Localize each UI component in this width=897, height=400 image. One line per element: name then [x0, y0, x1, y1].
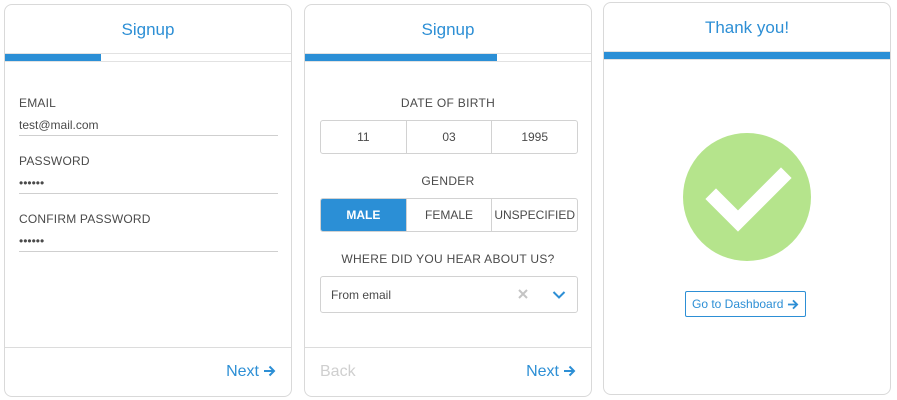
- progress-fill: [305, 54, 497, 61]
- card-title: Signup: [421, 20, 475, 39]
- password-field[interactable]: [19, 173, 278, 194]
- confirm-password-label: CONFIRM PASSWORD: [19, 212, 151, 226]
- password-label: PASSWORD: [19, 154, 90, 168]
- progress-bar: [604, 51, 890, 60]
- confirm-password-field[interactable]: [19, 231, 278, 252]
- arrow-right-icon: [264, 365, 276, 377]
- next-button[interactable]: Next: [226, 363, 276, 381]
- signup-card-step1: Signup EMAIL PASSWORD CONFIRM PASSWORD N…: [4, 4, 292, 397]
- go-to-dashboard-button[interactable]: Go to Dashboard: [685, 291, 807, 317]
- thank-you-card: Thank you! Go to Dashboard: [603, 2, 891, 395]
- gender-label: GENDER: [421, 174, 475, 188]
- checkmark-icon: [683, 133, 811, 261]
- source-label: WHERE DID YOU HEAR ABOUT US?: [341, 252, 555, 266]
- email-label: EMAIL: [19, 96, 57, 110]
- card-footer: Back Next: [305, 347, 591, 396]
- progress-bar: [305, 53, 591, 62]
- email-field[interactable]: [19, 115, 278, 136]
- dob-fields: 11 03 1995: [320, 120, 578, 154]
- next-button[interactable]: Next: [526, 363, 576, 381]
- gender-option-male[interactable]: MALE: [321, 199, 407, 231]
- gender-option-female[interactable]: FEMALE: [407, 199, 493, 231]
- card-footer: Next: [5, 347, 291, 396]
- card-title: Thank you!: [704, 18, 790, 37]
- dob-day-input[interactable]: 11: [321, 121, 407, 153]
- chevron-down-icon[interactable]: [552, 290, 566, 300]
- arrow-right-icon: [788, 299, 799, 309]
- clear-icon[interactable]: [516, 287, 530, 301]
- gender-option-unspecified[interactable]: UNSPECIFIED: [492, 199, 577, 231]
- arrow-right-icon: [564, 365, 576, 377]
- next-label: Next: [526, 363, 559, 380]
- next-label: Next: [226, 363, 259, 380]
- dashboard-button-label: Go to Dashboard: [692, 297, 784, 311]
- card-title: Signup: [121, 20, 175, 39]
- progress-bar: [5, 53, 291, 62]
- source-select-value: From email: [331, 288, 392, 302]
- dob-year-input[interactable]: 1995: [492, 121, 577, 153]
- dob-month-input[interactable]: 03: [407, 121, 493, 153]
- progress-fill: [604, 52, 890, 59]
- dob-label: DATE OF BIRTH: [400, 96, 496, 110]
- progress-fill: [5, 54, 101, 61]
- back-button[interactable]: Back: [320, 363, 356, 381]
- gender-toggle: MALE FEMALE UNSPECIFIED: [320, 198, 578, 232]
- source-select[interactable]: From email: [320, 276, 578, 313]
- signup-card-step2: Signup DATE OF BIRTH 11 03 1995 GENDER M…: [304, 4, 592, 397]
